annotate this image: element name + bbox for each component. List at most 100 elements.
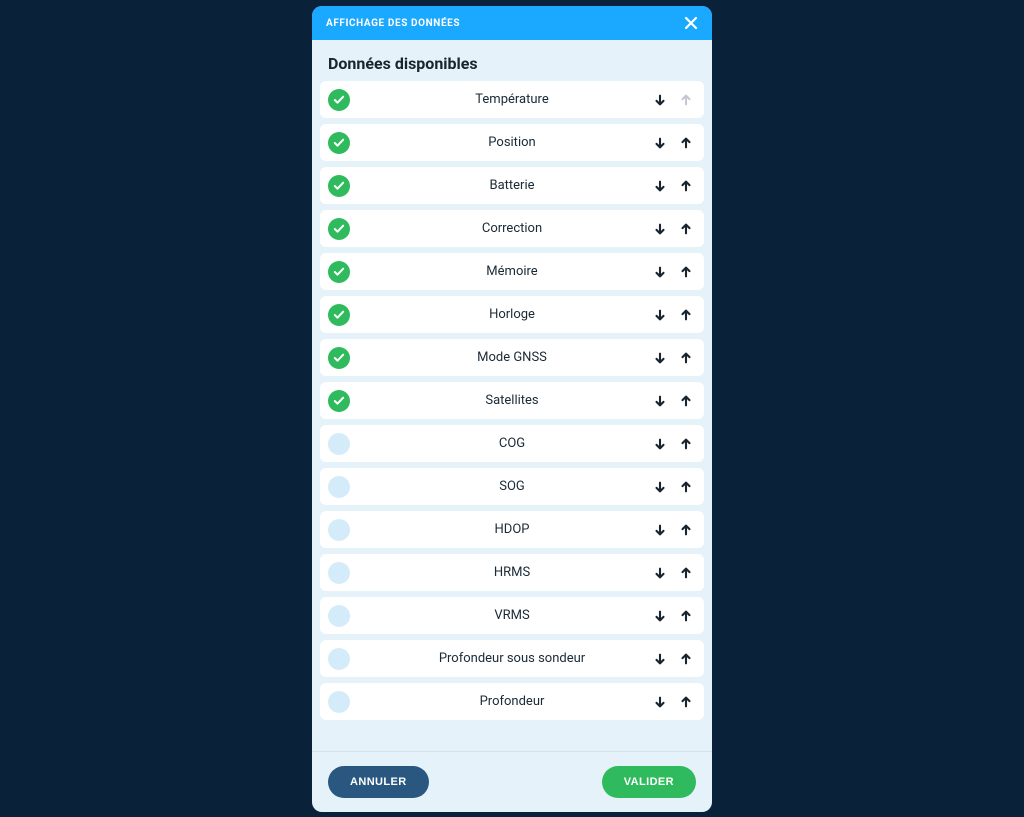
toggle-checkbox[interactable] [328,605,350,627]
move-down-button[interactable] [652,393,668,409]
reorder-controls [652,479,694,495]
toggle-checkbox[interactable] [328,132,350,154]
arrow-down-icon [653,308,667,322]
list-item: Température [320,81,704,118]
reorder-controls [652,436,694,452]
move-up-button[interactable] [678,135,694,151]
move-up-button[interactable] [678,436,694,452]
check-icon [333,224,345,234]
arrow-down-icon [653,93,667,107]
arrow-up-icon [679,179,693,193]
arrow-up-icon [679,93,693,107]
move-up-button[interactable] [678,522,694,538]
move-down-button[interactable] [652,178,668,194]
move-up-button[interactable] [678,178,694,194]
toggle-checkbox[interactable] [328,89,350,111]
arrow-up-icon [679,695,693,709]
list-item: Batterie [320,167,704,204]
reorder-controls [652,651,694,667]
move-up-button[interactable] [678,651,694,667]
move-up-button[interactable] [678,221,694,237]
list-item: VRMS [320,597,704,634]
arrow-down-icon [653,523,667,537]
list-item: COG [320,425,704,462]
move-up-button[interactable] [678,393,694,409]
toggle-checkbox[interactable] [328,433,350,455]
move-down-button[interactable] [652,479,668,495]
item-label: Température [320,92,704,107]
move-down-button[interactable] [652,651,668,667]
toggle-checkbox[interactable] [328,304,350,326]
move-up-button[interactable] [678,307,694,323]
move-up-button[interactable] [678,479,694,495]
move-down-button[interactable] [652,92,668,108]
arrow-down-icon [653,652,667,666]
list-item: Horloge [320,296,704,333]
check-icon [333,267,345,277]
toggle-checkbox[interactable] [328,261,350,283]
modal-header: AFFICHAGE DES DONNÉES [312,6,712,40]
toggle-checkbox[interactable] [328,648,350,670]
item-label: COG [320,436,704,451]
toggle-checkbox[interactable] [328,218,350,240]
item-label: VRMS [320,608,704,623]
move-down-button[interactable] [652,694,668,710]
close-button[interactable] [682,14,700,32]
arrow-up-icon [679,308,693,322]
reorder-controls [652,393,694,409]
toggle-checkbox[interactable] [328,347,350,369]
move-down-button[interactable] [652,608,668,624]
move-down-button[interactable] [652,565,668,581]
toggle-checkbox[interactable] [328,519,350,541]
arrow-down-icon [653,265,667,279]
toggle-checkbox[interactable] [328,390,350,412]
list-item: Profondeur [320,683,704,720]
reorder-controls [652,608,694,624]
move-down-button[interactable] [652,350,668,366]
toggle-checkbox[interactable] [328,476,350,498]
check-icon [333,310,345,320]
toggle-checkbox[interactable] [328,562,350,584]
move-up-button[interactable] [678,694,694,710]
arrow-down-icon [653,394,667,408]
move-up-button[interactable] [678,264,694,280]
move-up-button[interactable] [678,350,694,366]
move-down-button[interactable] [652,264,668,280]
confirm-button[interactable]: VALIDER [602,766,696,798]
move-down-button[interactable] [652,135,668,151]
toggle-checkbox[interactable] [328,691,350,713]
arrow-up-icon [679,394,693,408]
arrow-up-icon [679,265,693,279]
move-up-button[interactable] [678,565,694,581]
move-down-button[interactable] [652,221,668,237]
toggle-checkbox[interactable] [328,175,350,197]
arrow-up-icon [679,566,693,580]
move-down-button[interactable] [652,522,668,538]
item-label: HDOP [320,522,704,537]
move-up-button[interactable] [678,608,694,624]
list-item: HDOP [320,511,704,548]
move-down-button[interactable] [652,307,668,323]
list-item: SOG [320,468,704,505]
check-icon [333,138,345,148]
reorder-controls [652,350,694,366]
data-display-modal: AFFICHAGE DES DONNÉES Données disponible… [312,6,712,812]
arrow-down-icon [653,222,667,236]
cancel-button[interactable]: ANNULER [328,766,429,798]
move-up-button [678,92,694,108]
item-label: Mode GNSS [320,350,704,365]
arrow-up-icon [679,523,693,537]
section-title: Données disponibles [312,40,712,81]
move-down-button[interactable] [652,436,668,452]
item-label: Profondeur sous sondeur [320,651,704,666]
reorder-controls [652,565,694,581]
list-item: HRMS [320,554,704,591]
reorder-controls [652,221,694,237]
reorder-controls [652,307,694,323]
check-icon [333,181,345,191]
arrow-down-icon [653,437,667,451]
item-label: SOG [320,479,704,494]
arrow-up-icon [679,136,693,150]
arrow-down-icon [653,179,667,193]
arrow-down-icon [653,695,667,709]
